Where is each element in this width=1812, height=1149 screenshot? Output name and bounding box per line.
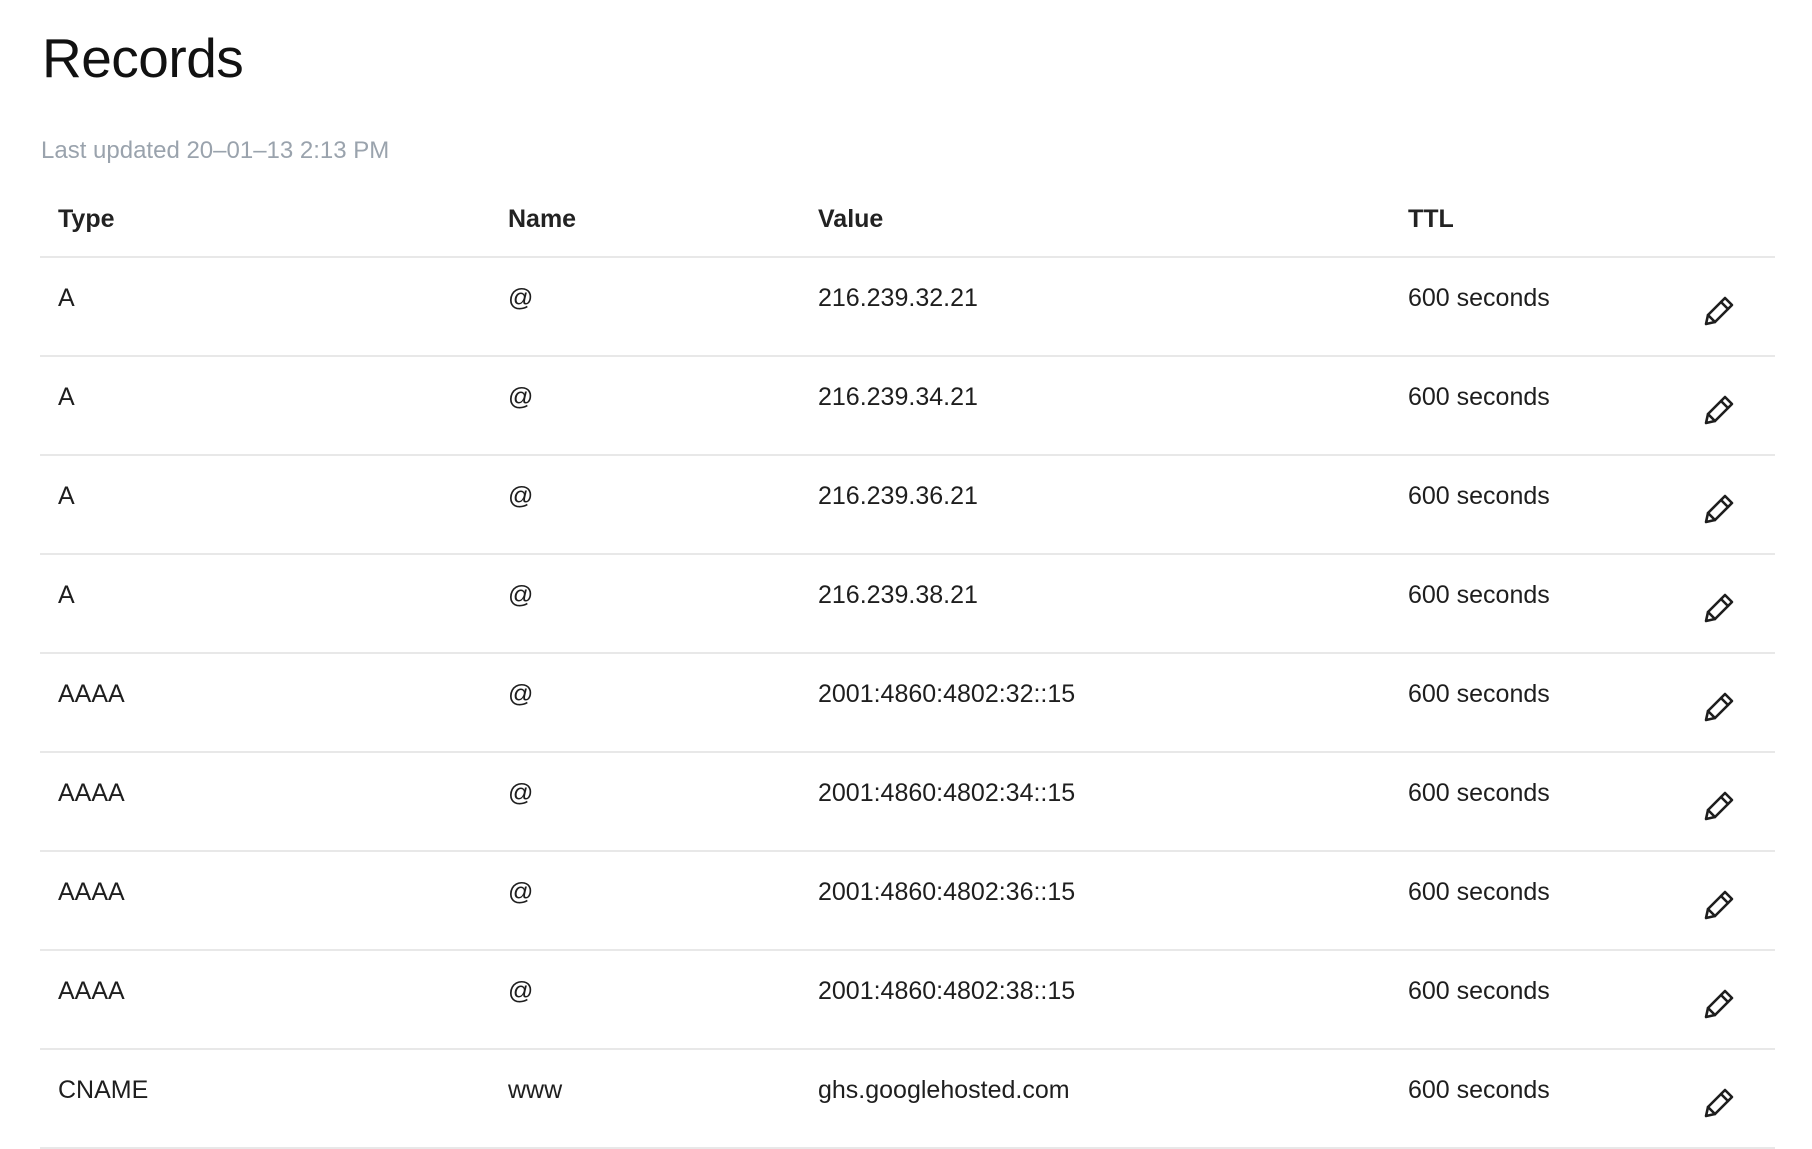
record-name: @ <box>490 455 800 555</box>
record-ttl: 600 seconds <box>1390 752 1690 852</box>
record-type: A <box>40 554 490 654</box>
pencil-icon <box>1698 688 1738 728</box>
record-actions <box>1690 950 1775 1050</box>
pencil-icon <box>1698 1084 1738 1124</box>
table-row: A @ 216.239.38.21 600 seconds <box>40 554 1775 654</box>
record-ttl: 600 seconds <box>1390 653 1690 753</box>
pencil-icon <box>1698 490 1738 530</box>
record-actions <box>1690 554 1775 654</box>
column-header-type: Type <box>40 195 490 258</box>
page-title: Records <box>42 27 244 89</box>
table-row: A @ 216.239.34.21 600 seconds <box>40 356 1775 456</box>
edit-record-button[interactable] <box>1698 391 1738 431</box>
record-value: 216.239.36.21 <box>800 455 1390 555</box>
records-table-body: A @ 216.239.32.21 600 seconds A @ 216.23… <box>40 257 1775 1149</box>
record-name: @ <box>490 257 800 357</box>
record-value: 216.239.32.21 <box>800 257 1390 357</box>
record-name: www <box>490 1049 800 1149</box>
table-row: AAAA @ 2001:4860:4802:34::15 600 seconds <box>40 752 1775 852</box>
edit-record-button[interactable] <box>1698 490 1738 530</box>
record-actions <box>1690 851 1775 951</box>
pencil-icon <box>1698 787 1738 827</box>
record-type: A <box>40 356 490 456</box>
edit-record-button[interactable] <box>1698 985 1738 1025</box>
record-value: 2001:4860:4802:36::15 <box>800 851 1390 951</box>
table-row: AAAA @ 2001:4860:4802:36::15 600 seconds <box>40 851 1775 951</box>
record-actions <box>1690 1049 1775 1149</box>
pencil-icon <box>1698 589 1738 629</box>
record-name: @ <box>490 653 800 753</box>
record-type: AAAA <box>40 653 490 753</box>
record-ttl: 600 seconds <box>1390 455 1690 555</box>
record-name: @ <box>490 851 800 951</box>
table-row: A @ 216.239.32.21 600 seconds <box>40 257 1775 357</box>
column-header-actions <box>1690 195 1775 258</box>
last-updated-timestamp: Last updated 20–01–13 2:13 PM <box>41 137 390 164</box>
record-type: A <box>40 257 490 357</box>
record-name: @ <box>490 554 800 654</box>
record-value: 2001:4860:4802:32::15 <box>800 653 1390 753</box>
record-ttl: 600 seconds <box>1390 1049 1690 1149</box>
edit-record-button[interactable] <box>1698 886 1738 926</box>
record-actions <box>1690 752 1775 852</box>
edit-record-button[interactable] <box>1698 1084 1738 1124</box>
record-type: CNAME <box>40 1049 490 1149</box>
column-header-ttl: TTL <box>1390 195 1690 258</box>
edit-record-button[interactable] <box>1698 787 1738 827</box>
record-ttl: 600 seconds <box>1390 356 1690 456</box>
record-ttl: 600 seconds <box>1390 257 1690 357</box>
record-name: @ <box>490 752 800 852</box>
pencil-icon <box>1698 985 1738 1025</box>
record-type: AAAA <box>40 752 490 852</box>
record-name: @ <box>490 356 800 456</box>
column-header-name: Name <box>490 195 800 258</box>
table-row: AAAA @ 2001:4860:4802:38::15 600 seconds <box>40 950 1775 1050</box>
record-type: AAAA <box>40 950 490 1050</box>
record-ttl: 600 seconds <box>1390 950 1690 1050</box>
pencil-icon <box>1698 292 1738 332</box>
column-header-value: Value <box>800 195 1390 258</box>
pencil-icon <box>1698 886 1738 926</box>
record-ttl: 600 seconds <box>1390 554 1690 654</box>
records-table: Type Name Value TTL A @ 216.239.32.21 60… <box>40 195 1775 1149</box>
record-actions <box>1690 356 1775 456</box>
record-value: ghs.googlehosted.com <box>800 1049 1390 1149</box>
table-row: AAAA @ 2001:4860:4802:32::15 600 seconds <box>40 653 1775 753</box>
record-value: 2001:4860:4802:38::15 <box>800 950 1390 1050</box>
record-value: 216.239.34.21 <box>800 356 1390 456</box>
pencil-icon <box>1698 391 1738 431</box>
record-value: 2001:4860:4802:34::15 <box>800 752 1390 852</box>
table-row: A @ 216.239.36.21 600 seconds <box>40 455 1775 555</box>
record-actions <box>1690 257 1775 357</box>
record-type: AAAA <box>40 851 490 951</box>
record-actions <box>1690 455 1775 555</box>
record-value: 216.239.38.21 <box>800 554 1390 654</box>
table-header-row: Type Name Value TTL <box>40 195 1775 258</box>
edit-record-button[interactable] <box>1698 688 1738 728</box>
edit-record-button[interactable] <box>1698 589 1738 629</box>
record-name: @ <box>490 950 800 1050</box>
record-actions <box>1690 653 1775 753</box>
table-row: CNAME www ghs.googlehosted.com 600 secon… <box>40 1049 1775 1149</box>
edit-record-button[interactable] <box>1698 292 1738 332</box>
record-type: A <box>40 455 490 555</box>
record-ttl: 600 seconds <box>1390 851 1690 951</box>
